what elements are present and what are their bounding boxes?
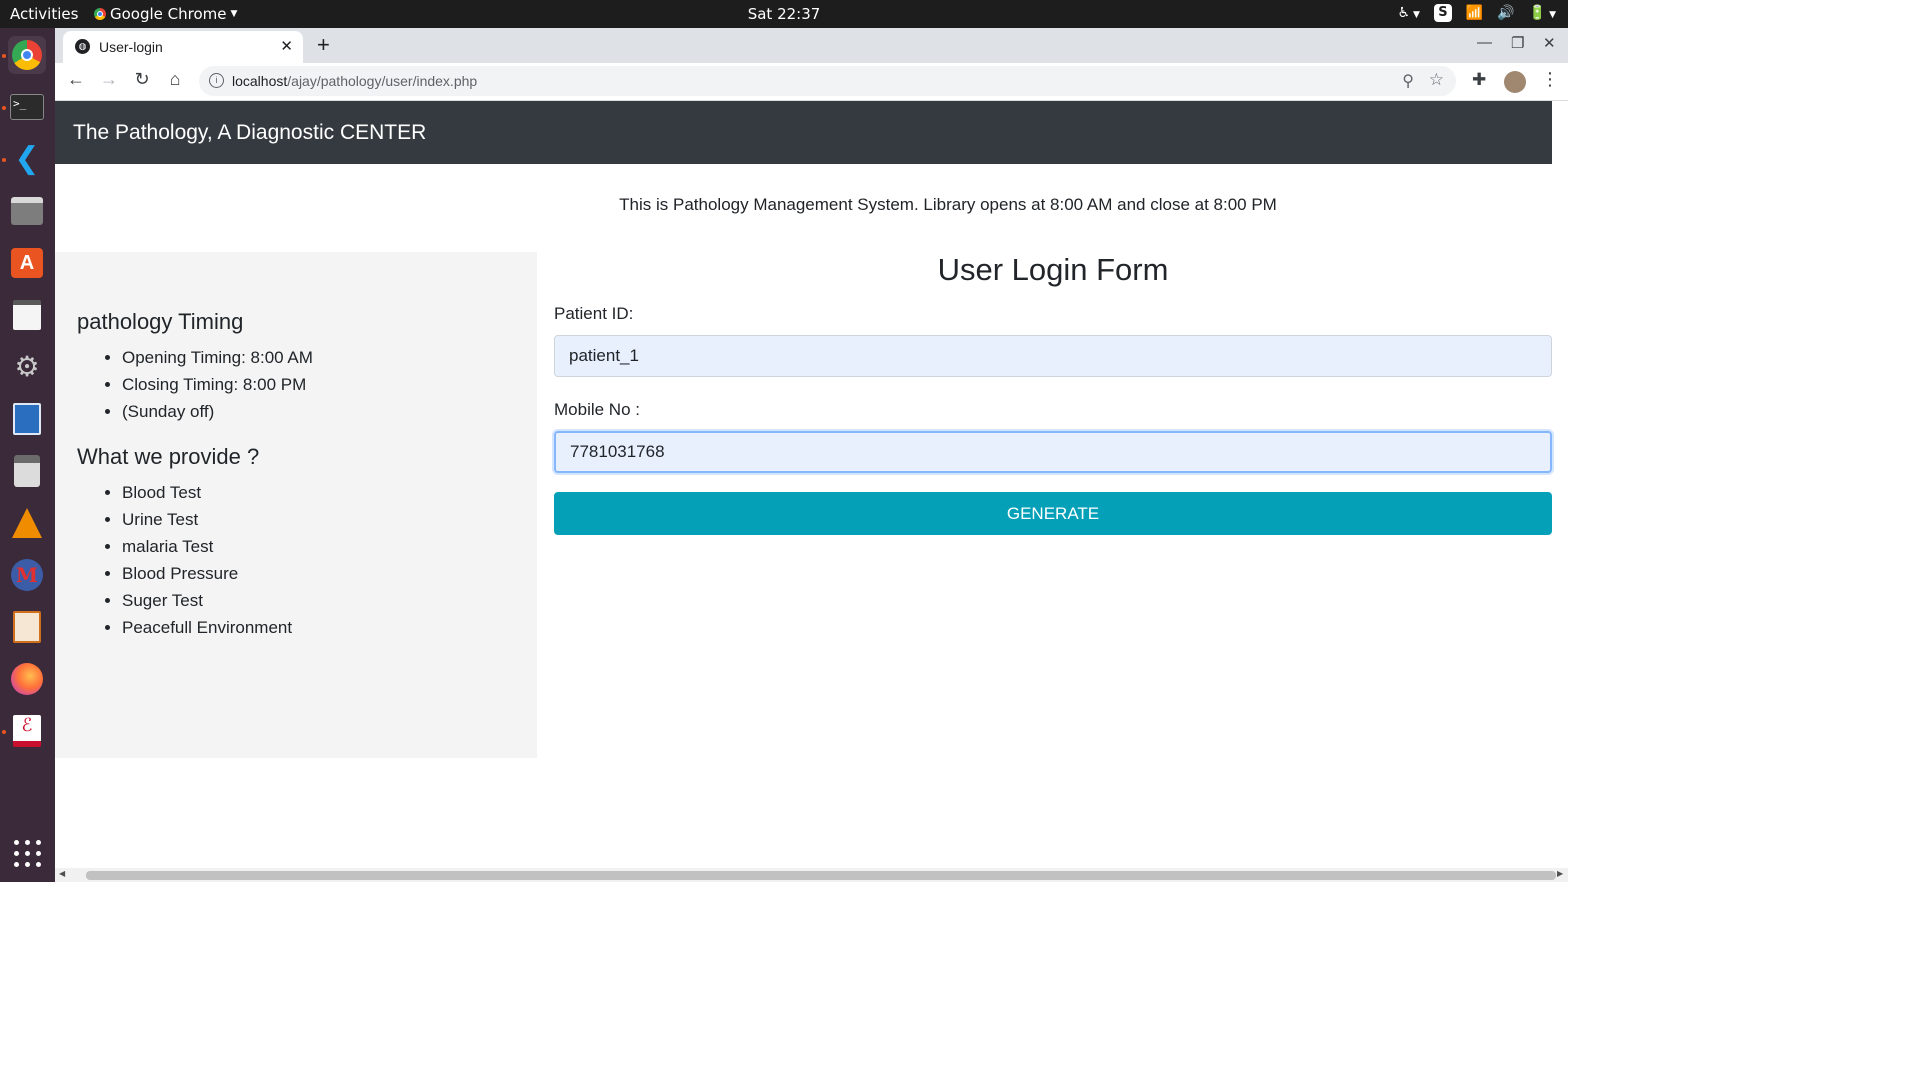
volume-icon: 🔊: [1497, 5, 1515, 21]
running-indicator: [2, 730, 6, 734]
patient-id-input[interactable]: [554, 335, 1552, 377]
generate-button[interactable]: GENERATE: [554, 492, 1552, 535]
bookmark-star-icon[interactable]: ☆: [1429, 70, 1444, 90]
close-tab-icon[interactable]: ✕: [280, 37, 293, 55]
app-menu[interactable]: Google Chrome ▼: [94, 5, 237, 23]
scrollbar-thumb[interactable]: [86, 871, 1556, 880]
zoom-icon[interactable]: ⚲: [1402, 71, 1414, 91]
browser-window: ◍ User-login ✕ + — ❐ ✕ ← → ↻ ⌂ i localho…: [55, 28, 1568, 882]
system-top-bar: Activities Google Chrome ▼ Sat 22:37 ♿ ▼…: [0, 0, 1568, 28]
mobile-no-input[interactable]: [554, 431, 1552, 473]
notice-text: This is Pathology Management System. Lib…: [619, 195, 1277, 214]
dock-calculator-icon[interactable]: [8, 452, 46, 490]
dock-vscode-icon[interactable]: ❮: [8, 140, 46, 178]
list-item: Blood Test: [122, 479, 292, 506]
accessibility-icon[interactable]: ♿ ▼: [1398, 5, 1420, 21]
site-brand[interactable]: The Pathology, A Diagnostic CENTER: [73, 121, 426, 145]
list-item: Urine Test: [122, 506, 292, 533]
running-indicator: [2, 158, 6, 162]
chevron-down-icon: ▼: [230, 9, 238, 19]
list-item: Suger Test: [122, 587, 292, 614]
provide-heading: What we provide ?: [77, 444, 260, 469]
running-indicator: [2, 106, 6, 110]
scroll-left-icon[interactable]: ◀: [59, 869, 65, 878]
reload-icon[interactable]: ↻: [130, 69, 154, 90]
url-text[interactable]: localhost/ajay/pathology/user/index.php: [232, 73, 477, 89]
forward-icon[interactable]: →: [97, 69, 121, 90]
scroll-right-icon[interactable]: ▶: [1557, 869, 1563, 878]
timing-list: Opening Timing: 8:00 AM Closing Timing: …: [77, 344, 313, 425]
tab-title: User-login: [99, 39, 163, 55]
minimize-icon[interactable]: —: [1477, 34, 1492, 51]
system-tray[interactable]: ♿ ▼ S 📶 🔊 🔋 ▼: [1398, 4, 1556, 22]
list-item: Blood Pressure: [122, 560, 292, 587]
site-navbar: The Pathology, A Diagnostic CENTER: [55, 101, 1552, 164]
patient-id-label: Patient ID:: [554, 304, 634, 323]
skype-icon[interactable]: S: [1433, 4, 1452, 22]
home-icon[interactable]: ⌂: [163, 69, 187, 90]
dock-vlc-icon[interactable]: [8, 504, 46, 542]
app-menu-label: Google Chrome: [110, 5, 227, 23]
info-sidebar: pathology Timing Opening Timing: 8:00 AM…: [55, 252, 537, 758]
address-bar[interactable]: i localhost/ajay/pathology/user/index.ph…: [199, 66, 1456, 96]
show-applications-icon[interactable]: [14, 840, 42, 868]
dock-terminal-icon[interactable]: >_: [8, 88, 46, 126]
dock-writer-icon[interactable]: [8, 400, 46, 438]
dock-chrome-icon[interactable]: [8, 36, 46, 74]
activities-button[interactable]: Activities: [10, 5, 78, 23]
dock-text-editor-icon[interactable]: [8, 296, 46, 334]
extensions-puzzle-icon[interactable]: ✚: [1472, 70, 1486, 90]
restore-icon[interactable]: ❐: [1511, 34, 1524, 52]
dock-evince-icon[interactable]: ℰ: [8, 712, 46, 750]
dock-firefox-icon[interactable]: [8, 660, 46, 698]
dock-m-app-icon[interactable]: M: [8, 556, 46, 594]
horizontal-scrollbar[interactable]: ◀ ▶: [55, 868, 1568, 882]
timing-heading: pathology Timing: [77, 309, 244, 334]
info-icon[interactable]: i: [209, 73, 224, 88]
list-item: Opening Timing: 8:00 AM: [122, 344, 313, 371]
list-item: Closing Timing: 8:00 PM: [122, 371, 313, 398]
menu-kebab-icon[interactable]: ⋮: [1541, 69, 1559, 90]
list-item: malaria Test: [122, 533, 292, 560]
mobile-no-label: Mobile No :: [554, 400, 640, 419]
clock[interactable]: Sat 22:37: [748, 5, 821, 23]
dock: >_ ❮ A ⚙ M ℰ: [0, 28, 55, 882]
globe-icon: ◍: [75, 39, 90, 54]
dock-software-icon[interactable]: A: [8, 244, 46, 282]
profile-avatar[interactable]: [1504, 71, 1526, 93]
tab-user-login[interactable]: ◍ User-login ✕: [63, 31, 303, 63]
new-tab-icon[interactable]: +: [317, 32, 330, 58]
close-window-icon[interactable]: ✕: [1543, 34, 1556, 52]
provide-list: Blood Test Urine Test malaria Test Blood…: [77, 479, 292, 641]
tab-strip: ◍ User-login ✕ + — ❐ ✕: [55, 28, 1568, 63]
wifi-icon: 📶: [1465, 5, 1484, 21]
chrome-icon: [94, 8, 106, 20]
running-indicator: [2, 54, 6, 58]
battery-icon: 🔋 ▼: [1528, 5, 1556, 21]
browser-toolbar: ← → ↻ ⌂ i localhost/ajay/pathology/user/…: [55, 63, 1568, 101]
web-page: The Pathology, A Diagnostic CENTER This …: [55, 101, 1568, 868]
dock-files-icon[interactable]: [8, 192, 46, 230]
list-item: Peacefull Environment: [122, 614, 292, 641]
list-item: (Sunday off): [122, 398, 313, 425]
dock-impress-icon[interactable]: [8, 608, 46, 646]
back-icon[interactable]: ←: [64, 69, 88, 90]
form-title: User Login Form: [937, 252, 1169, 287]
dock-settings-icon[interactable]: ⚙: [8, 348, 46, 386]
